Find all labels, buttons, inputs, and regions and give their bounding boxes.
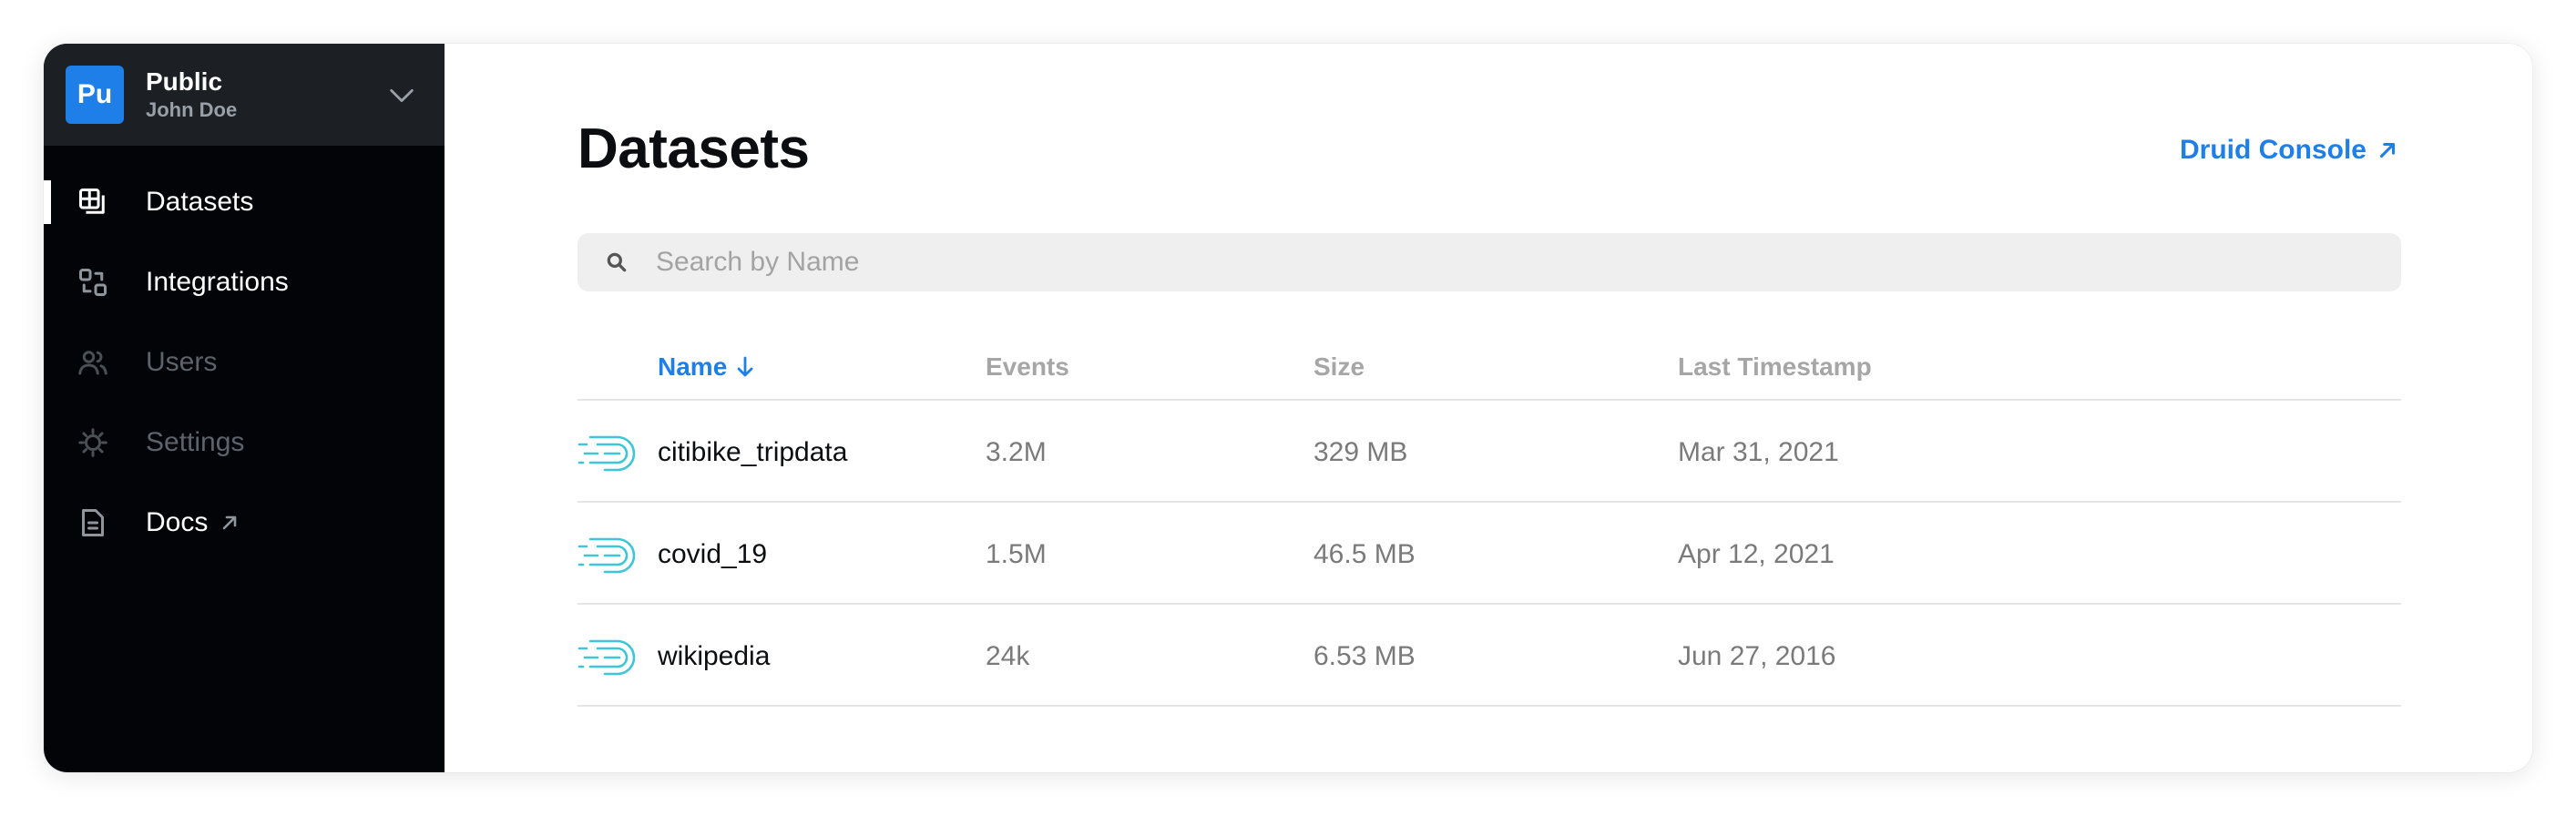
external-link-icon (2379, 142, 2396, 158)
dataset-size: 329 MB (1314, 437, 1408, 467)
sidebar-item-label: Datasets (146, 187, 254, 217)
column-header-last-timestamp[interactable]: Last Timestamp (1678, 352, 1872, 382)
column-header-events[interactable]: Events (986, 352, 1069, 382)
column-header-label: Name (658, 352, 728, 381)
dataset-stream-icon (578, 435, 636, 472)
dataset-name: wikipedia (658, 641, 771, 671)
dataset-name: covid_19 (658, 539, 768, 569)
org-avatar: Pu (66, 66, 124, 124)
dataset-size: 6.53 MB (1314, 641, 1416, 671)
sidebar-nav: Datasets Integrations Users Settings Doc… (44, 162, 445, 563)
app-window: Pu Public John Doe Datasets Integrations… (44, 44, 2532, 772)
gear-icon (77, 426, 109, 459)
sidebar-item-integrations[interactable]: Integrations (44, 242, 445, 322)
dataset-last-timestamp: Apr 12, 2021 (1678, 539, 1835, 569)
dataset-last-timestamp: Mar 31, 2021 (1678, 437, 1839, 467)
druid-console-link[interactable]: Druid Console (2180, 135, 2399, 166)
sidebar-item-users[interactable]: Users (44, 322, 445, 403)
org-user-name: John Doe (146, 98, 238, 121)
org-text: Public John Doe (146, 66, 237, 123)
dataset-events: 3.2M (986, 437, 1047, 467)
datasets-icon (77, 186, 109, 219)
dataset-size: 46.5 MB (1314, 539, 1416, 569)
search-input[interactable] (656, 247, 2295, 278)
document-icon (77, 506, 109, 539)
dataset-last-timestamp: Jun 27, 2016 (1678, 641, 1836, 671)
table-row[interactable]: citibike_tripdata 3.2M 329 MB Mar 31, 20… (578, 401, 2401, 503)
sidebar-item-label: Integrations (146, 267, 289, 297)
users-icon (77, 346, 109, 379)
datasets-table: Name Events Size Last Timestamp citibike… (578, 335, 2401, 707)
org-switcher[interactable]: Pu Public John Doe (44, 44, 445, 146)
column-header-name[interactable]: Name (658, 352, 756, 382)
external-link-icon (223, 515, 237, 530)
table-row[interactable]: wikipedia 24k 6.53 MB Jun 27, 2016 (578, 605, 2401, 707)
main-content: Datasets Druid Console Name (445, 44, 2532, 772)
org-name: Public (146, 67, 223, 96)
table-header: Name Events Size Last Timestamp (578, 335, 2401, 401)
sort-arrow-down-icon (737, 356, 753, 377)
column-header-size[interactable]: Size (1314, 352, 1365, 382)
page-title: Datasets (578, 117, 810, 180)
sidebar-item-label: Docs (146, 507, 209, 537)
search-bar (578, 233, 2401, 291)
dataset-stream-icon (578, 639, 636, 676)
sidebar: Pu Public John Doe Datasets Integrations… (44, 44, 445, 772)
dataset-events: 1.5M (986, 539, 1047, 569)
table-row[interactable]: covid_19 1.5M 46.5 MB Apr 12, 2021 (578, 503, 2401, 605)
dataset-stream-icon (578, 537, 636, 574)
sidebar-item-docs[interactable]: Docs (44, 483, 445, 563)
druid-console-label: Druid Console (2179, 135, 2366, 165)
search-icon (607, 252, 627, 272)
sidebar-item-datasets[interactable]: Datasets (44, 162, 445, 242)
integrations-icon (77, 266, 109, 299)
dataset-events: 24k (986, 641, 1030, 671)
dataset-name: citibike_tripdata (658, 437, 848, 467)
sidebar-item-settings[interactable]: Settings (44, 403, 445, 483)
chevron-down-icon[interactable] (386, 80, 417, 111)
sidebar-item-label: Users (146, 347, 218, 377)
sidebar-item-label: Settings (146, 427, 245, 457)
